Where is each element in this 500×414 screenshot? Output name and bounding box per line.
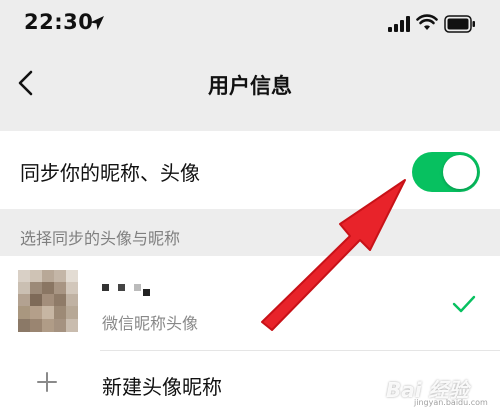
user-info-screen: 22:30 用户信息 同步你的昵称、头像 选择同步的头像与昵称 微信昵称头像 新… <box>0 0 500 414</box>
watermark-sub: jingyan.baidu.com <box>414 398 488 407</box>
section-header: 选择同步的头像与昵称 <box>20 229 181 248</box>
option-wechat-profile[interactable]: 微信昵称头像 <box>0 256 500 350</box>
wifi-icon <box>416 14 438 30</box>
location-arrow-icon <box>90 16 104 30</box>
watermark-logo: Bai 经验 jingyan.baidu.com <box>380 366 496 410</box>
page-title: 用户信息 <box>208 74 292 98</box>
option-subtitle: 微信昵称头像 <box>102 314 199 333</box>
plus-icon <box>37 372 57 392</box>
toggle-knob <box>443 155 477 189</box>
avatar <box>18 270 78 332</box>
status-bar: 22:30 <box>0 0 500 52</box>
status-time: 22:30 <box>24 10 94 34</box>
sync-label: 同步你的昵称、头像 <box>20 161 200 185</box>
nav-bar: 用户信息 <box>0 52 500 112</box>
nickname-pixelated <box>102 284 150 296</box>
sync-row: 同步你的昵称、头像 <box>0 131 500 209</box>
check-icon <box>452 295 476 313</box>
battery-icon <box>444 15 475 33</box>
cellular-signal-icon <box>388 16 410 32</box>
sync-toggle[interactable] <box>412 152 480 192</box>
new-profile-label: 新建头像昵称 <box>102 375 222 399</box>
